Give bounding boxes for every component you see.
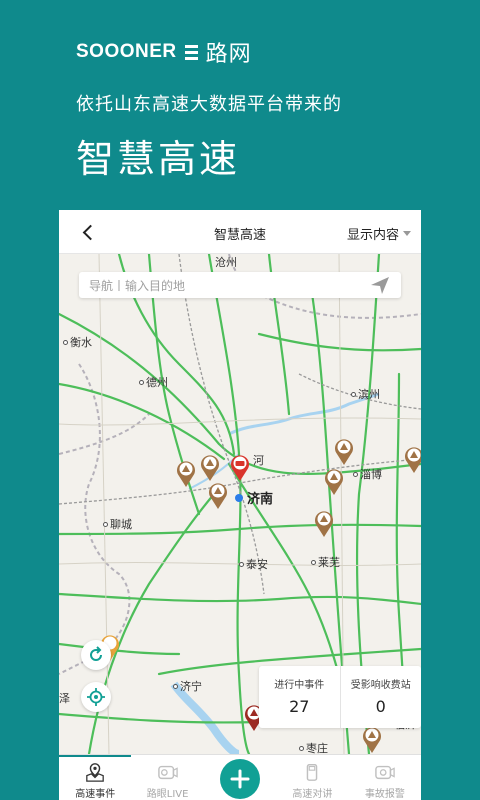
tab-label: 高速对讲 (292, 789, 333, 800)
tab-add[interactable] (204, 755, 276, 800)
headline: 智慧高速 (76, 137, 241, 181)
city-label-jinan: 济南 (235, 488, 273, 507)
search-bar[interactable]: 导航丨输入目的地 (79, 272, 401, 298)
city-label: 沧州 (215, 256, 237, 269)
city-label: 泰安 (239, 556, 268, 572)
display-content-label: 显示内容 (346, 228, 399, 243)
display-content-dropdown[interactable]: 显示内容 (347, 224, 411, 243)
locate-icon (87, 688, 105, 706)
tab-highway-intercom[interactable]: 高速对讲 (276, 755, 348, 800)
city-label: 济宁 (173, 678, 202, 694)
city-label: 泽 (59, 692, 70, 705)
construction-pin-icon[interactable] (361, 724, 383, 754)
walkie-talkie-icon (307, 764, 318, 781)
construction-pin-icon[interactable] (313, 508, 335, 538)
city-label: 滨州 (351, 386, 380, 402)
bottom-tab-bar: 高速事件 路眼LIVE 高速对讲 事故报警 (59, 754, 421, 800)
camera-icon (157, 765, 178, 780)
brand-logo: SOOONER 路网 (76, 36, 252, 68)
tab-highway-events[interactable]: 高速事件 (59, 755, 132, 800)
add-button[interactable] (220, 759, 261, 799)
construction-pin-icon[interactable] (199, 452, 221, 482)
event-stats-card: 进行中事件 27 受影响收费站 0 (259, 666, 421, 728)
top-bar: 智慧高速 显示内容 (59, 210, 421, 254)
map-pin-icon (86, 763, 105, 782)
map-view[interactable]: 导航丨输入目的地 沧州 衡水 德州 滨州 河 济南 淄博 聊城 泰安 莱芜 济宁… (59, 254, 421, 754)
logo-bars-icon (184, 44, 198, 60)
city-label: 聊城 (103, 516, 132, 532)
city-label: 河 (253, 454, 264, 467)
accident-pin-icon[interactable] (229, 452, 251, 482)
phone-screen: 智慧高速 显示内容 导航丨输入目的地 沧州 衡水 德州 滨州 河 济南 淄博 聊… (59, 210, 421, 800)
navigate-send-icon[interactable] (369, 274, 391, 296)
tab-label: 高速事件 (75, 789, 116, 800)
construction-pin-icon[interactable] (333, 436, 355, 466)
construction-pin-icon[interactable] (175, 458, 197, 488)
ongoing-events-stat[interactable]: 进行中事件 27 (259, 666, 340, 728)
ongoing-events-label: 进行中事件 (274, 680, 325, 691)
locate-button[interactable] (81, 682, 111, 712)
ongoing-events-value: 27 (289, 697, 310, 716)
city-label: 淄博 (353, 466, 382, 482)
tab-accident-report[interactable]: 事故报警 (349, 755, 421, 800)
tab-road-live[interactable]: 路眼LIVE (131, 755, 203, 800)
city-label: 枣庄 (299, 740, 328, 754)
construction-pin-icon[interactable] (403, 444, 421, 474)
add-icon (230, 769, 250, 789)
construction-pin-icon[interactable] (323, 466, 345, 496)
city-label: 衡水 (63, 334, 92, 350)
caret-down-icon (403, 231, 411, 236)
construction-pin-icon[interactable] (207, 480, 229, 510)
city-label: 德州 (139, 374, 168, 390)
tagline: 依托山东高速大数据平台带来的 (76, 94, 342, 115)
brand-cn-text: 路网 (205, 42, 252, 67)
affected-tolls-value: 0 (375, 697, 386, 716)
search-input[interactable]: 导航丨输入目的地 (79, 277, 369, 294)
city-label: 莱芜 (311, 554, 340, 570)
affected-tolls-stat[interactable]: 受影响收费站 0 (339, 666, 422, 728)
brand-latin-text: SOOONER (76, 41, 177, 62)
refresh-icon (90, 646, 102, 661)
affected-tolls-label: 受影响收费站 (350, 680, 411, 691)
tab-label: 路眼LIVE (146, 789, 189, 800)
refresh-button[interactable] (81, 640, 111, 670)
tab-label: 事故报警 (364, 789, 405, 800)
alarm-camera-icon (375, 765, 395, 780)
